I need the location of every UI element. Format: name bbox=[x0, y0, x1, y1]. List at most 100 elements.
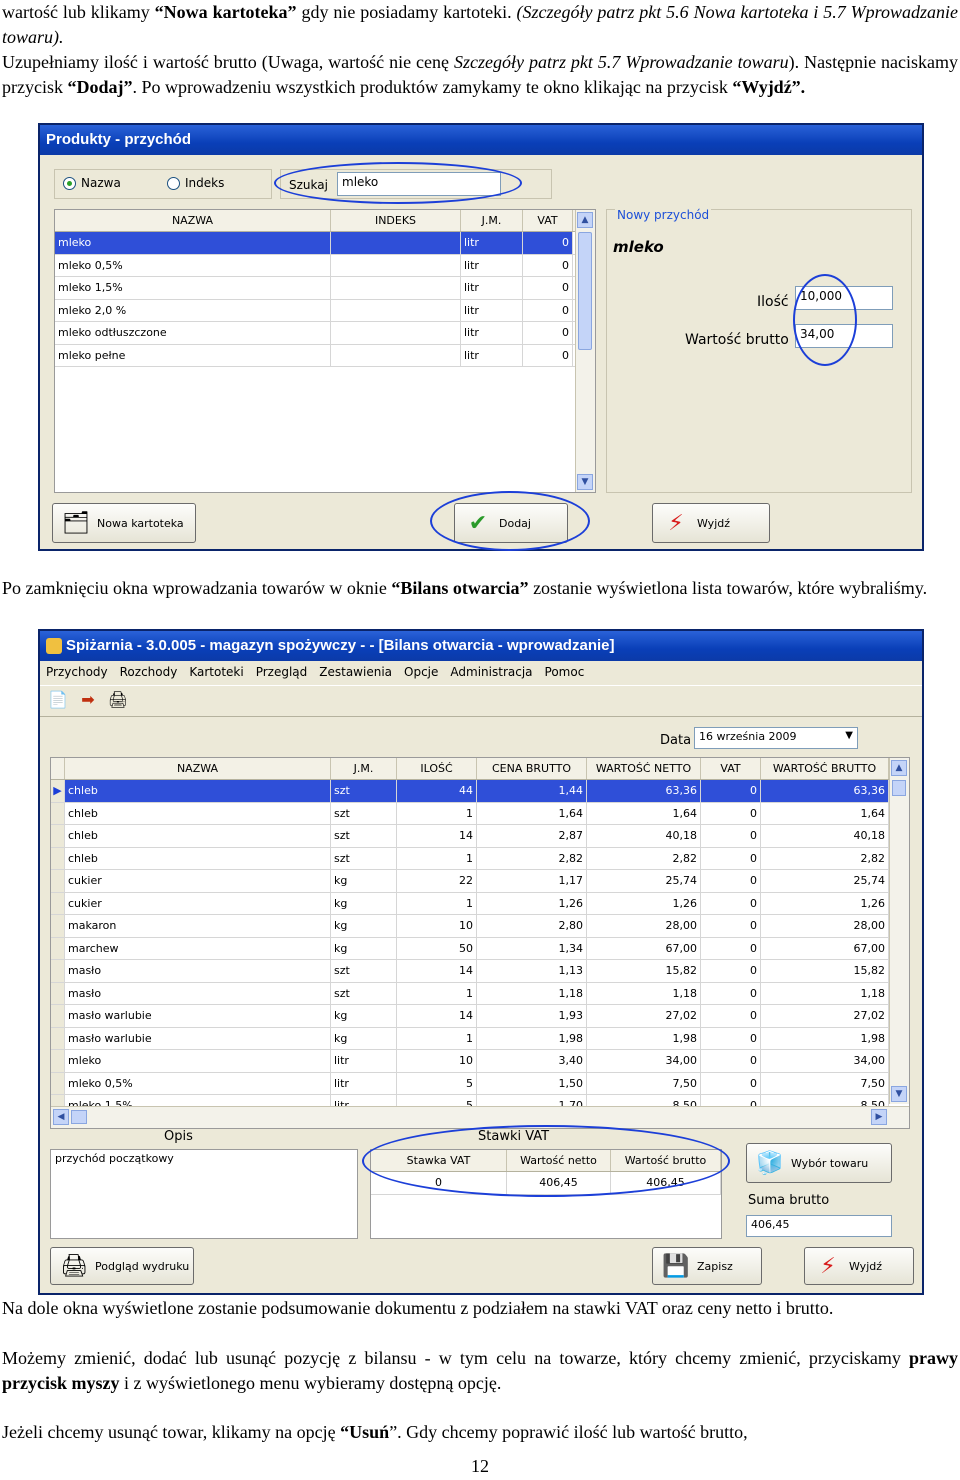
gross-label: Wartość brutto bbox=[685, 332, 789, 348]
table-cell: 1,64 bbox=[761, 802, 889, 824]
export-icon[interactable]: ➡ bbox=[76, 690, 100, 714]
table-row[interactable]: chleb szt 14 2,87 40,18 0 40,18 bbox=[51, 825, 909, 848]
scroll-up-icon[interactable]: ▲ bbox=[891, 760, 907, 776]
scroll-up-icon[interactable]: ▲ bbox=[577, 212, 593, 228]
table-cell: 1,98 bbox=[587, 1027, 701, 1049]
sum-label: Suma brutto bbox=[748, 1193, 830, 1208]
date-picker[interactable]: 16 września 2009 ▼ bbox=[694, 727, 858, 749]
menu-przeglad[interactable]: Przegląd bbox=[250, 661, 314, 683]
menu-opcje[interactable]: Opcje bbox=[398, 661, 444, 683]
scroll-right-icon[interactable]: ▶ bbox=[871, 1109, 887, 1125]
table-cell: chleb bbox=[65, 780, 331, 802]
table-cell: szt bbox=[331, 847, 397, 869]
col-cena-brutto[interactable]: CENA BRUTTO bbox=[477, 758, 587, 779]
table-row[interactable]: mleko 2,0 % litr 0 bbox=[55, 299, 595, 322]
table-cell: 1,64 bbox=[477, 802, 587, 824]
table-scrollbar[interactable]: ▲ ▼ bbox=[889, 758, 909, 1104]
col-vat[interactable]: VAT bbox=[701, 758, 761, 779]
table-cell: chleb bbox=[65, 847, 331, 869]
print-preview-button[interactable]: 🖨 Podgląd wydruku bbox=[50, 1247, 194, 1285]
table-cell: kg bbox=[331, 892, 397, 914]
menu-pomoc[interactable]: Pomoc bbox=[539, 661, 591, 683]
lightning-icon: ⚡ bbox=[820, 1253, 836, 1279]
table-row[interactable]: marchew kg 50 1,34 67,00 0 67,00 bbox=[51, 937, 909, 960]
menu-administracja[interactable]: Administracja bbox=[444, 661, 538, 683]
new-income-panel: Nowy przychód mleko Ilość 10,000 Wartość… bbox=[606, 208, 912, 493]
table-row[interactable]: mleko 0,5% litr 5 1,50 7,50 0 7,50 bbox=[51, 1072, 909, 1095]
scroll-thumb[interactable] bbox=[892, 780, 906, 796]
table-body: ▶ chleb szt 44 1,44 63,36 0 63,36 chleb szt 1 1,64 1… bbox=[51, 780, 909, 1118]
table-cell: 14 bbox=[397, 825, 477, 847]
table-row[interactable]: ▶ chleb szt 44 1,44 63,36 0 63,36 bbox=[51, 780, 909, 803]
table-row[interactable]: masło warlubie kg 1 1,98 1,98 0 1,98 bbox=[51, 1027, 909, 1050]
table-cell: 34,00 bbox=[761, 1050, 889, 1072]
table-row[interactable]: mleko litr 0 bbox=[55, 232, 595, 255]
scroll-left-icon[interactable]: ◀ bbox=[53, 1109, 69, 1125]
col-nazwa[interactable]: NAZWA bbox=[55, 210, 331, 231]
col-nazwa[interactable]: NAZWA bbox=[65, 758, 331, 779]
radio-nazwa[interactable] bbox=[63, 177, 76, 190]
print-icon[interactable]: 🖨 bbox=[106, 690, 130, 714]
col-wartosc-netto[interactable]: WARTOŚĆ NETTO bbox=[587, 758, 701, 779]
row-indicator bbox=[51, 847, 65, 869]
table-cell: 0 bbox=[701, 1005, 761, 1027]
opis-textarea[interactable]: przychód początkowy bbox=[50, 1149, 358, 1239]
table-cell: 34,00 bbox=[587, 1050, 701, 1072]
table-row[interactable]: makaron kg 10 2,80 28,00 0 28,00 bbox=[51, 915, 909, 938]
row-indicator bbox=[51, 892, 65, 914]
new-card-button[interactable]: 🗂 Nowa kartoteka bbox=[52, 503, 196, 543]
table-cell: 0 bbox=[701, 870, 761, 892]
table-row[interactable]: mleko pełne litr 0 bbox=[55, 344, 595, 367]
printer-icon: 🖨 bbox=[60, 1253, 88, 1279]
product-name: mleko bbox=[613, 238, 664, 256]
menu-rozchody[interactable]: Rozchody bbox=[114, 661, 184, 683]
col-vat[interactable]: VAT bbox=[523, 210, 573, 231]
col-wartosc-brutto[interactable]: WARTOŚĆ BRUTTO bbox=[761, 758, 889, 779]
sum-field: 406,45 bbox=[746, 1215, 892, 1237]
choose-product-button[interactable]: 🧊 Wybór towaru bbox=[746, 1143, 892, 1183]
table-row[interactable]: cukier kg 22 1,17 25,74 0 25,74 bbox=[51, 870, 909, 893]
menu-kartoteki[interactable]: Kartoteki bbox=[183, 661, 249, 683]
save-button[interactable]: 💾 Zapisz bbox=[652, 1247, 762, 1285]
table-cell: 1,18 bbox=[587, 982, 701, 1004]
table-row[interactable]: masło szt 14 1,13 15,82 0 15,82 bbox=[51, 960, 909, 983]
scroll-down-icon[interactable]: ▼ bbox=[891, 1086, 907, 1102]
products-table: NAZWA INDEKS J.M. VAT mleko litr 0 mleko 0… bbox=[54, 209, 596, 493]
folder-icon: 🗂 bbox=[62, 510, 90, 536]
table-scrollbar[interactable]: ▲ ▼ bbox=[575, 210, 595, 492]
table-row[interactable]: mleko litr 10 3,40 34,00 0 34,00 bbox=[51, 1050, 909, 1073]
col-indeks[interactable]: INDEKS bbox=[331, 210, 461, 231]
table-row[interactable]: chleb szt 1 1,64 1,64 0 1,64 bbox=[51, 802, 909, 825]
exit-button[interactable]: ⚡ Wyjdź bbox=[652, 503, 770, 543]
table-row[interactable]: masło warlubie kg 14 1,93 27,02 0 27,02 bbox=[51, 1005, 909, 1028]
table-cell: kg bbox=[331, 870, 397, 892]
table-row[interactable]: mleko 0,5% litr 0 bbox=[55, 254, 595, 277]
new-document-icon[interactable]: 📄 bbox=[46, 690, 70, 714]
col-jm[interactable]: J.M. bbox=[461, 210, 523, 231]
chevron-down-icon[interactable]: ▼ bbox=[845, 730, 853, 741]
hscroll-thumb[interactable] bbox=[71, 1110, 87, 1124]
row-indicator bbox=[51, 937, 65, 959]
table-row[interactable]: mleko odtłuszczone litr 0 bbox=[55, 322, 595, 345]
table-row[interactable]: chleb szt 1 2,82 2,82 0 2,82 bbox=[51, 847, 909, 870]
highlight-ellipse bbox=[274, 162, 522, 204]
row-indicator bbox=[51, 1072, 65, 1094]
menu-zestawienia[interactable]: Zestawienia bbox=[313, 661, 398, 683]
radio-indeks[interactable] bbox=[167, 177, 180, 190]
scroll-down-icon[interactable]: ▼ bbox=[577, 474, 593, 490]
horizontal-scrollbar[interactable]: ◀ ▶ bbox=[51, 1106, 909, 1128]
table-cell: 63,36 bbox=[761, 780, 889, 802]
table-cell: 1,13 bbox=[477, 960, 587, 982]
table-cell: masło bbox=[65, 960, 331, 982]
menu-przychody[interactable]: Przychody bbox=[40, 661, 114, 683]
table-cell: masło warlubie bbox=[65, 1027, 331, 1049]
table-cell: szt bbox=[331, 982, 397, 1004]
col-ilosc[interactable]: ILOŚĆ bbox=[397, 758, 477, 779]
table-cell: 1,18 bbox=[761, 982, 889, 1004]
scroll-thumb[interactable] bbox=[578, 232, 592, 350]
table-row[interactable]: mleko 1,5% litr 0 bbox=[55, 277, 595, 300]
exit-button[interactable]: ⚡ Wyjdź bbox=[804, 1247, 914, 1285]
table-row[interactable]: masło szt 1 1,18 1,18 0 1,18 bbox=[51, 982, 909, 1005]
table-row[interactable]: cukier kg 1 1,26 1,26 0 1,26 bbox=[51, 892, 909, 915]
col-jm[interactable]: J.M. bbox=[331, 758, 397, 779]
